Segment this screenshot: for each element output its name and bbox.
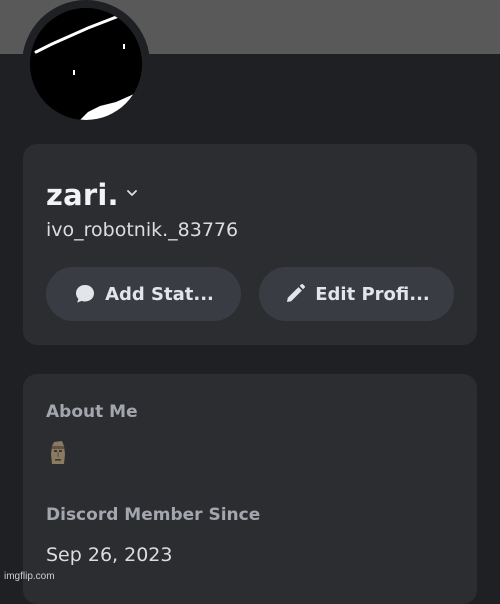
add-status-button[interactable]: Add Stat...: [46, 267, 241, 321]
speech-bubble-icon: [73, 282, 97, 306]
display-name-row[interactable]: zari.: [46, 178, 139, 212]
moai-icon: [49, 440, 67, 466]
avatar-image: [30, 8, 142, 120]
edit-profile-label: Edit Profi...: [315, 283, 430, 305]
about-me-heading: About Me: [46, 402, 138, 422]
pencil-icon: [283, 282, 307, 306]
chevron-down-icon[interactable]: [125, 185, 139, 199]
watermark: imgflip.com: [4, 571, 55, 582]
display-name: zari.: [46, 178, 119, 212]
profile-card: zari. ivo_robotnik._83776 Add Stat... Ed…: [23, 144, 477, 345]
username: ivo_robotnik._83776: [46, 219, 239, 241]
add-status-label: Add Stat...: [105, 283, 214, 305]
about-card: About Me Discord Member Since Sep 26, 20…: [23, 374, 477, 604]
member-since-heading: Discord Member Since: [46, 505, 261, 525]
edit-profile-button[interactable]: Edit Profi...: [259, 267, 454, 321]
avatar[interactable]: [30, 8, 142, 120]
member-since-date: Sep 26, 2023: [46, 544, 173, 566]
